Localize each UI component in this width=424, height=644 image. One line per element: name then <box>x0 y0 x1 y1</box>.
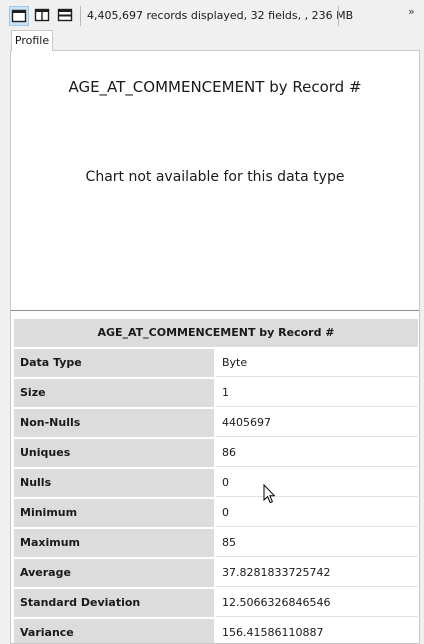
stat-label: Average <box>14 559 214 587</box>
stat-row: Maximum 85 <box>14 529 418 557</box>
tab-profile[interactable]: Profile <box>11 30 53 51</box>
vertical-split-layout-icon[interactable] <box>33 6 53 26</box>
stat-label: Maximum <box>14 529 214 557</box>
stat-value: 37.8281833725742 <box>216 559 418 587</box>
stat-row: Data Type Byte <box>14 349 418 377</box>
tab-profile-label: Profile <box>14 34 50 47</box>
mouse-pointer-icon <box>263 483 276 508</box>
profile-panel: AGE_AT_COMMENCEMENT by Record # Chart no… <box>10 50 420 644</box>
toolbar-separator <box>80 6 81 26</box>
stat-value: 12.5066326846546 <box>216 589 418 617</box>
stat-label: Standard Deviation <box>14 589 214 617</box>
stat-row: Nulls 0 <box>14 469 418 497</box>
chart-title: AGE_AT_COMMENCEMENT by Record # <box>68 78 362 96</box>
stat-row: Average 37.8281833725742 <box>14 559 418 587</box>
chart-unavailable-message: Chart not available for this data type <box>85 169 345 185</box>
horizontal-split-layout-icon[interactable] <box>56 6 76 26</box>
profile-stats-table: AGE_AT_COMMENCEMENT by Record # Data Typ… <box>14 319 418 643</box>
stat-label: Non-Nulls <box>14 409 214 437</box>
stat-value: 86 <box>216 439 418 467</box>
stat-value: 85 <box>216 529 418 557</box>
stat-value: 4405697 <box>216 409 418 437</box>
stat-row: Size 1 <box>14 379 418 407</box>
stat-value: 1 <box>216 379 418 407</box>
stat-label: Nulls <box>14 469 214 497</box>
stat-row: Minimum 0 <box>14 499 418 527</box>
toolbar-separator <box>338 6 339 26</box>
stat-row: Standard Deviation 12.5066326846546 <box>14 589 418 617</box>
chart-area: AGE_AT_COMMENCEMENT by Record # Chart no… <box>11 51 419 311</box>
results-toolbar: 4,405,697 records displayed, 32 fields, … <box>0 0 424 32</box>
records-status-text: 4,405,697 records displayed, 32 fields, … <box>87 9 354 22</box>
stats-rows: Data Type Byte Size 1 Non-Nulls 4405697 Unique… <box>14 349 418 643</box>
stat-value: 156.41586110887 <box>216 619 418 643</box>
chevron-double-right-icon[interactable]: » <box>408 5 415 18</box>
stat-label: Minimum <box>14 499 214 527</box>
stat-value: 0 <box>216 469 418 497</box>
stat-row: Uniques 86 <box>14 439 418 467</box>
stat-row: Variance 156.41586110887 <box>14 619 418 643</box>
stat-label: Size <box>14 379 214 407</box>
stat-row: Non-Nulls 4405697 <box>14 409 418 437</box>
stats-table-header: AGE_AT_COMMENCEMENT by Record # <box>14 319 418 347</box>
stat-label: Data Type <box>14 349 214 377</box>
stat-label: Variance <box>14 619 214 643</box>
single-panel-layout-icon[interactable] <box>9 6 29 26</box>
stat-label: Uniques <box>14 439 214 467</box>
stat-value: Byte <box>216 349 418 377</box>
stat-value: 0 <box>216 499 418 527</box>
